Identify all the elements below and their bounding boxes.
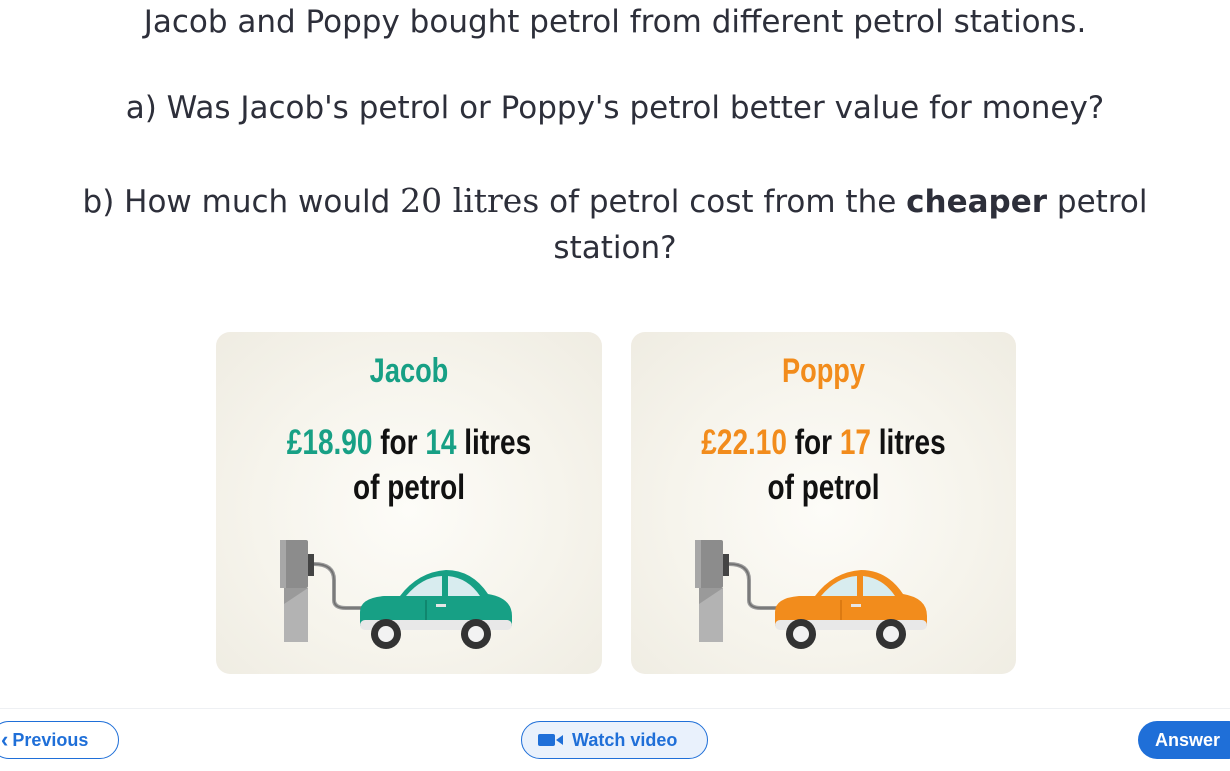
previous-button[interactable]: ‹ Previous — [0, 721, 119, 759]
poppy-offer: £22.10 for 17 litres of petrol — [670, 420, 978, 510]
poppy-litres-word: litres — [870, 423, 946, 462]
watch-video-label: Watch video — [572, 729, 678, 750]
jacob-offer-line1: £18.90 for 14 litres — [255, 420, 564, 465]
watch-video-button[interactable]: Watch video — [521, 721, 708, 759]
question-part-b-middle: of petrol cost from the — [539, 184, 907, 220]
video-camera-icon — [538, 734, 563, 746]
answer-button-label: Answer — [1155, 729, 1221, 750]
question-part-b: b) How much would 20 litres of petrol co… — [30, 178, 1200, 271]
question-part-b-unit: litres — [442, 181, 540, 220]
previous-button-label: Previous — [12, 729, 89, 750]
jacob-offer: £18.90 for 14 litres of petrol — [255, 420, 564, 510]
poppy-for-word: for — [786, 423, 840, 462]
poppy-card: Poppy £22.10 for 17 litres of petrol — [631, 332, 1016, 674]
navigation-bar: ‹ Previous Watch video Answer — [0, 708, 1230, 771]
fuel-pump-icon — [280, 540, 314, 642]
jacob-litres-value: 14 — [425, 423, 457, 462]
answer-button[interactable]: Answer — [1138, 721, 1230, 759]
fuel-pump-icon — [695, 540, 729, 642]
poppy-name: Poppy — [781, 352, 866, 390]
jacob-offer-line2: of petrol — [353, 468, 465, 507]
jacob-card: Jacob £18.90 for 14 litres of petrol — [216, 332, 602, 674]
poppy-price: £22.10 — [701, 423, 787, 462]
jacob-price: £18.90 — [286, 423, 373, 462]
jacob-pump-car-illustration — [280, 540, 512, 649]
question-intro: Jacob and Poppy bought petrol from diffe… — [143, 4, 1087, 40]
question-part-b-number: 20 — [400, 181, 443, 220]
car-icon — [360, 570, 512, 649]
poppy-offer-line2: of petrol — [767, 468, 880, 507]
jacob-for-word: for — [372, 423, 426, 462]
poppy-litres-value: 17 — [839, 423, 871, 462]
poppy-pump-car-illustration — [695, 540, 927, 649]
chevron-left-icon: ‹ — [1, 727, 9, 752]
car-icon — [775, 570, 927, 649]
question-part-b-prefix: b) How much would — [82, 184, 401, 220]
jacob-name: Jacob — [369, 352, 449, 390]
question-part-a: a) Was Jacob's petrol or Poppy's petrol … — [125, 90, 1105, 126]
poppy-offer-line1: £22.10 for 17 litres — [670, 420, 978, 465]
jacob-litres-word: litres — [456, 423, 532, 462]
question-part-b-emphasis: cheaper — [906, 184, 1048, 220]
